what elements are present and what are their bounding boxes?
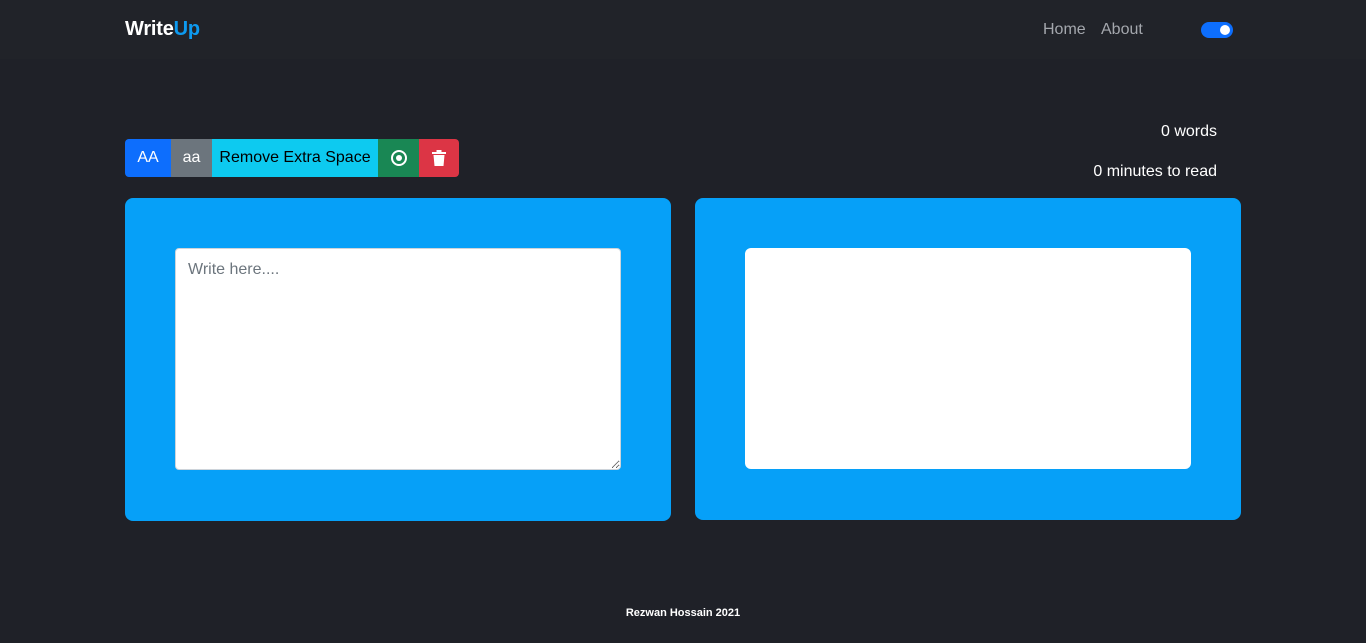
uppercase-button[interactable]: AA [125, 139, 171, 177]
preview-panel [695, 198, 1241, 520]
editor-panel [125, 198, 671, 521]
delete-button[interactable] [419, 139, 459, 177]
text-tools-toolbar: AA aa Remove Extra Space [125, 139, 459, 177]
word-count: 0 words [1160, 123, 1217, 140]
preview-box [745, 248, 1191, 469]
brand-part-write: Write [125, 18, 174, 40]
record-circle-icon [390, 150, 407, 166]
nav-link-about[interactable]: About [1101, 21, 1143, 39]
text-input-area[interactable] [175, 248, 621, 470]
nav-link-home[interactable]: Home [1043, 21, 1086, 39]
remove-extra-space-button[interactable]: Remove Extra Space [212, 139, 378, 177]
brand-part-up: Up [173, 18, 200, 40]
trash-icon [432, 150, 446, 166]
footer-credit: Rezwan Hossain 2021 [625, 607, 741, 619]
navbar: WriteUp Home About [0, 0, 1366, 59]
read-time: 0 minutes to read [1093, 163, 1217, 180]
dark-mode-toggle[interactable] [1201, 22, 1233, 38]
toggle-knob [1220, 25, 1230, 35]
lowercase-button[interactable]: aa [171, 139, 212, 177]
speak-button[interactable] [378, 139, 419, 177]
brand-logo[interactable]: WriteUp [125, 18, 200, 41]
